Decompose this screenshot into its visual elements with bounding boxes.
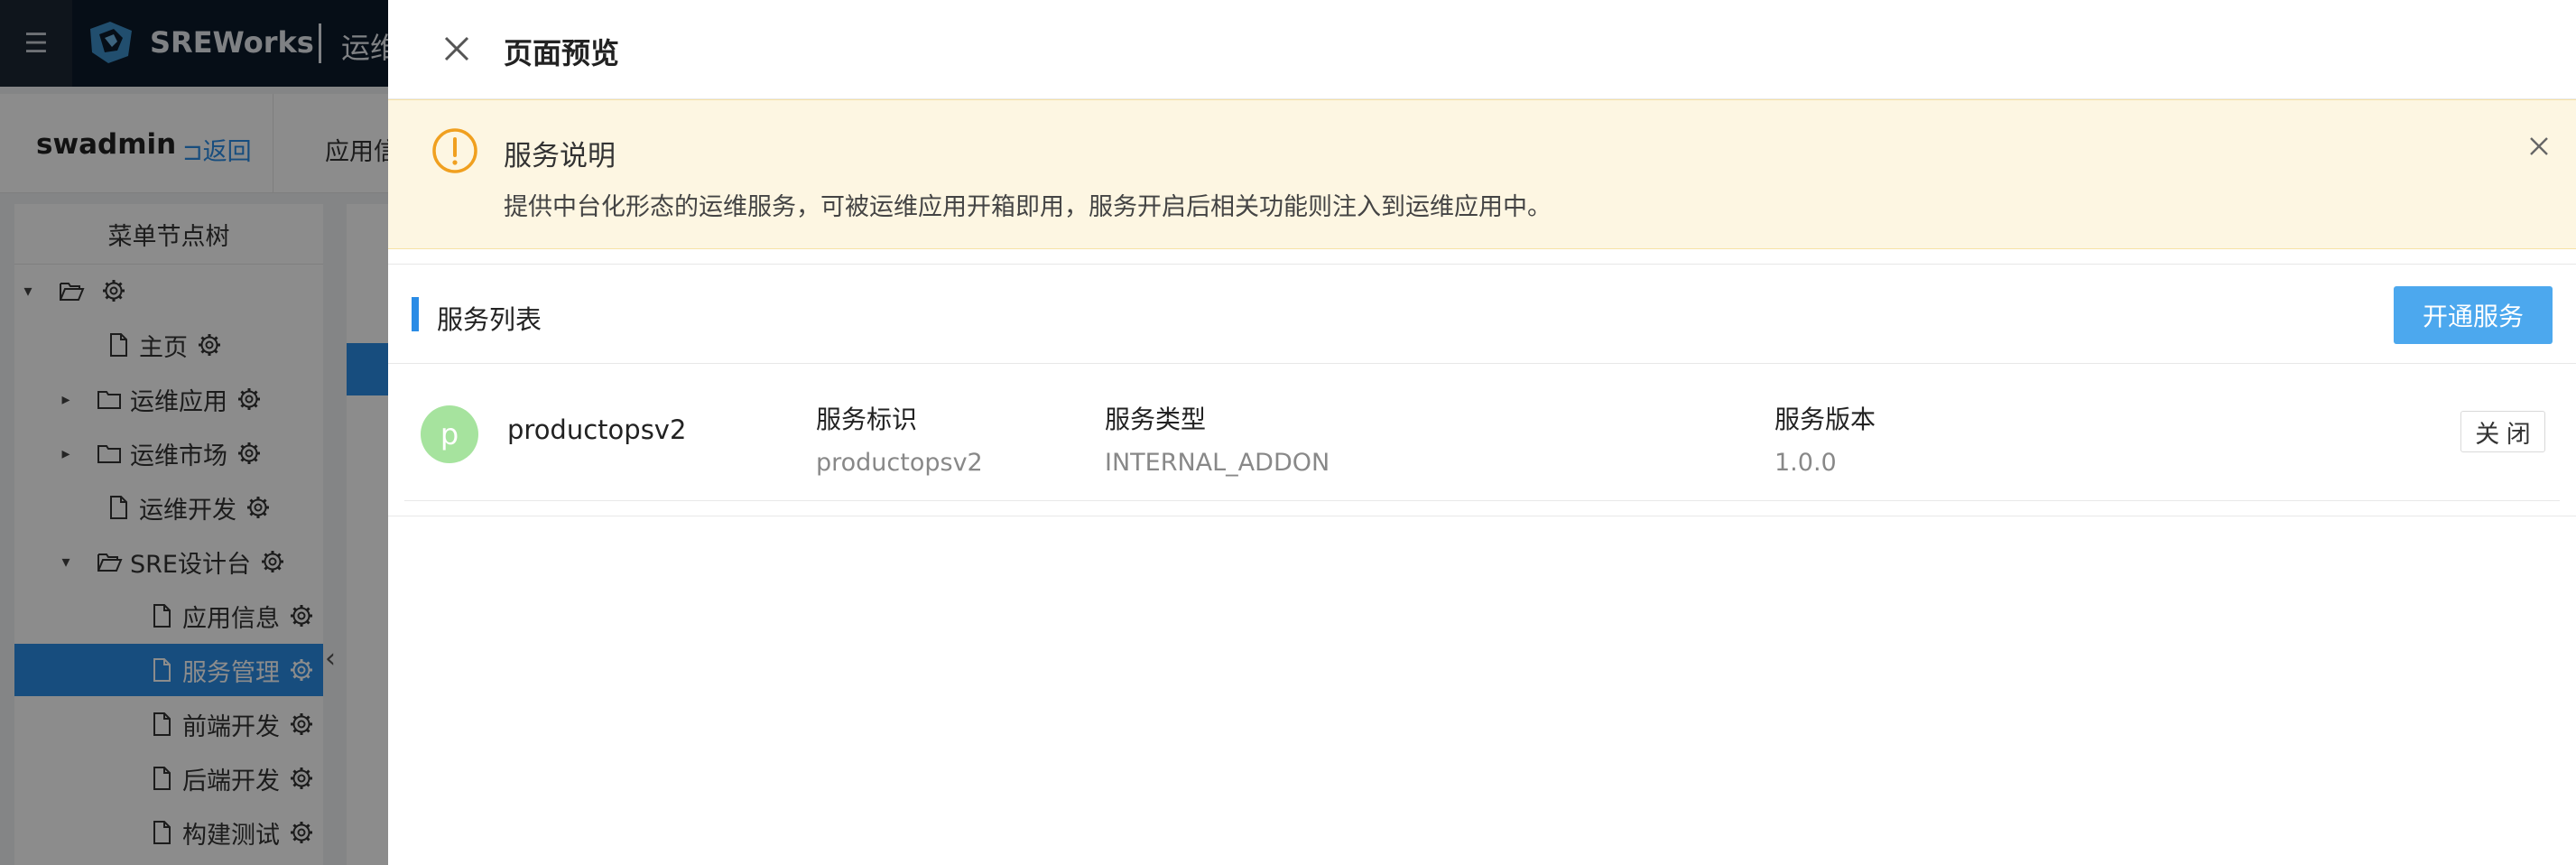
service-type-label: 服务类型	[1105, 405, 1207, 434]
service-list-header: 服务列表 开通服务	[388, 265, 2576, 364]
service-version-field: 服务版本 1.0.0	[1774, 400, 1876, 477]
service-version-value: 1.0.0	[1774, 449, 1837, 477]
service-row: p productopsv2 服务标识 productopsv2 服务类型 IN…	[404, 364, 2560, 501]
service-version-label: 服务版本	[1774, 405, 1876, 434]
alert-title: 服务说明	[504, 140, 616, 172]
open-service-button[interactable]: 开通服务	[2394, 286, 2553, 344]
service-info-alert: 服务说明 提供中台化形态的运维服务，可被运维应用开箱即用，服务开启后相关功能则注…	[388, 99, 2576, 249]
close-service-button[interactable]: 关 闭	[2460, 411, 2545, 452]
service-id-value: productopsv2	[816, 449, 983, 477]
service-type-field: 服务类型 INTERNAL_ADDON	[1105, 400, 1330, 477]
section-accent-bar	[412, 297, 419, 331]
service-avatar: p	[421, 405, 478, 463]
close-icon[interactable]	[440, 33, 473, 65]
alert-description: 提供中台化形态的运维服务，可被运维应用开箱即用，服务开启后相关功能则注入到运维应…	[504, 193, 1552, 221]
alert-close-icon[interactable]	[2525, 133, 2553, 160]
warning-circle-icon	[432, 128, 477, 173]
drawer-title: 页面预览	[504, 36, 620, 70]
page-preview-drawer: 页面预览 服务说明 提供中台化形态的运维服务，可被运维应用开箱即用，服务开启后相…	[388, 0, 2576, 865]
service-id-label: 服务标识	[816, 405, 918, 434]
service-type-value: INTERNAL_ADDON	[1105, 449, 1330, 477]
service-list-card: 服务列表 开通服务 p productopsv2 服务标识 productops…	[388, 264, 2576, 516]
service-id-field: 服务标识 productopsv2	[816, 400, 983, 477]
service-list-title: 服务列表	[437, 304, 542, 335]
drawer-header: 页面预览	[388, 0, 2576, 99]
service-name: productopsv2	[507, 414, 687, 445]
